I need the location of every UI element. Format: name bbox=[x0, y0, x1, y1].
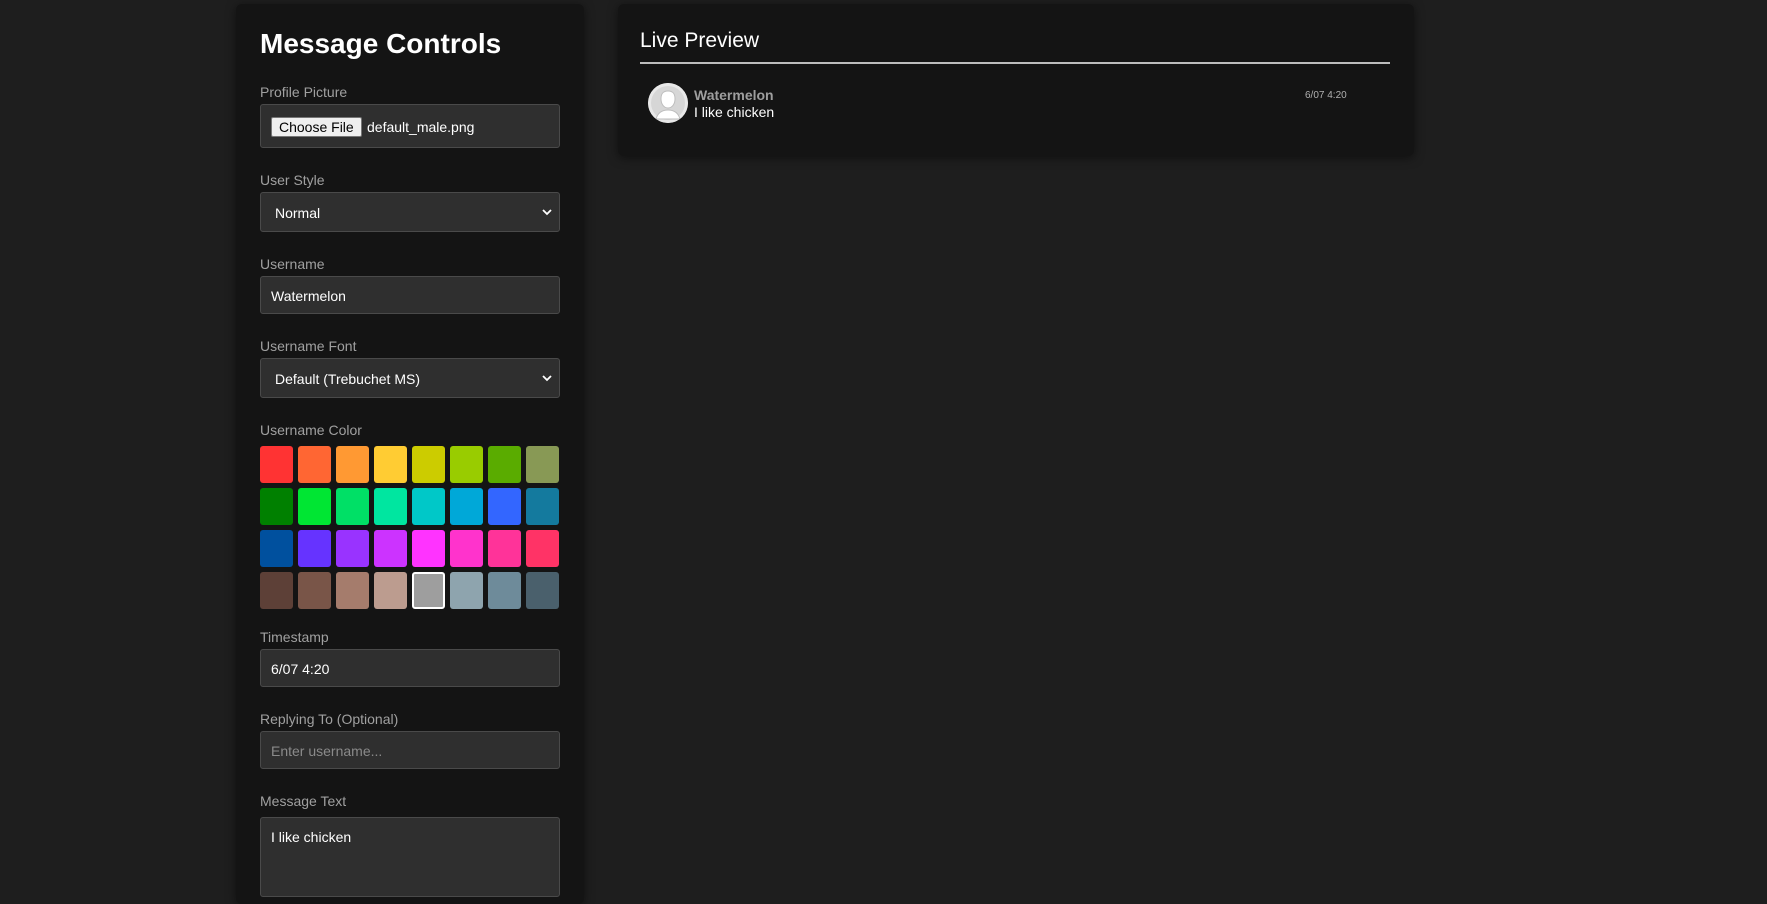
replying-to-input[interactable]: Enter username... bbox=[260, 731, 560, 769]
preview-title: Live Preview bbox=[640, 29, 760, 52]
color-swatch[interactable] bbox=[412, 488, 445, 525]
timestamp-label: Timestamp bbox=[260, 629, 329, 645]
username-color-label: Username Color bbox=[260, 422, 362, 438]
color-swatch[interactable] bbox=[298, 530, 331, 567]
default-user-avatar-icon bbox=[648, 83, 688, 123]
color-swatch[interactable] bbox=[412, 530, 445, 567]
color-swatch[interactable] bbox=[260, 530, 293, 567]
preview-username: Watermelon bbox=[694, 87, 774, 103]
username-color-palette bbox=[260, 446, 560, 609]
profile-picture-file-input[interactable]: Choose File default_male.png bbox=[260, 104, 560, 148]
color-swatch[interactable] bbox=[374, 488, 407, 525]
color-swatch[interactable] bbox=[450, 572, 483, 609]
message-controls-panel: Message Controls Profile Picture Choose … bbox=[236, 4, 584, 904]
color-swatch[interactable] bbox=[374, 446, 407, 483]
replying-to-placeholder: Enter username... bbox=[271, 743, 383, 759]
message-text-value: I like chicken bbox=[271, 829, 352, 845]
color-swatch[interactable] bbox=[298, 446, 331, 483]
color-swatch[interactable] bbox=[450, 446, 483, 483]
color-swatch[interactable] bbox=[412, 446, 445, 483]
username-font-label: Username Font bbox=[260, 338, 357, 354]
color-swatch[interactable] bbox=[488, 488, 521, 525]
color-swatch[interactable] bbox=[374, 572, 407, 609]
color-swatch[interactable] bbox=[526, 530, 559, 567]
color-swatch[interactable] bbox=[336, 530, 369, 567]
username-label: Username bbox=[260, 256, 325, 272]
color-swatch[interactable] bbox=[260, 446, 293, 483]
preview-divider bbox=[640, 62, 1390, 64]
timestamp-input-value: 6/07 4:20 bbox=[271, 661, 330, 677]
profile-picture-label: Profile Picture bbox=[260, 84, 348, 100]
color-swatch[interactable] bbox=[298, 572, 331, 609]
color-swatch[interactable] bbox=[488, 446, 521, 483]
username-input[interactable]: Watermelon bbox=[260, 276, 560, 314]
preview-message-text: I like chicken bbox=[694, 104, 775, 120]
username-input-value: Watermelon bbox=[271, 288, 346, 304]
live-preview-panel: Live Preview Watermelon I like chicken 6… bbox=[618, 4, 1414, 156]
color-swatch[interactable] bbox=[260, 572, 293, 609]
color-swatch[interactable] bbox=[526, 446, 559, 483]
color-swatch[interactable] bbox=[526, 488, 559, 525]
timestamp-input[interactable]: 6/07 4:20 bbox=[260, 649, 560, 687]
username-font-value: Default (Trebuchet MS) bbox=[275, 371, 420, 387]
chevron-down-icon bbox=[542, 209, 552, 216]
selected-file-name: default_male.png bbox=[367, 119, 475, 135]
message-text-textarea[interactable]: I like chicken bbox=[260, 817, 560, 897]
color-swatch[interactable] bbox=[526, 572, 559, 609]
color-swatch[interactable] bbox=[336, 572, 369, 609]
color-swatch[interactable] bbox=[412, 572, 445, 609]
color-swatch[interactable] bbox=[450, 530, 483, 567]
message-text-label: Message Text bbox=[260, 793, 347, 809]
replying-to-label: Replying To (Optional) bbox=[260, 711, 399, 727]
color-swatch[interactable] bbox=[450, 488, 483, 525]
user-style-value: Normal bbox=[275, 205, 321, 221]
color-swatch[interactable] bbox=[336, 488, 369, 525]
preview-timestamp: 6/07 4:20 bbox=[1305, 90, 1347, 101]
color-swatch[interactable] bbox=[336, 446, 369, 483]
color-swatch[interactable] bbox=[488, 572, 521, 609]
chevron-down-icon bbox=[542, 375, 552, 382]
user-style-label: User Style bbox=[260, 172, 325, 188]
color-swatch[interactable] bbox=[298, 488, 331, 525]
color-swatch[interactable] bbox=[260, 488, 293, 525]
panel-title: Message Controls bbox=[260, 28, 502, 59]
color-swatch[interactable] bbox=[488, 530, 521, 567]
color-swatch[interactable] bbox=[374, 530, 407, 567]
choose-file-button[interactable]: Choose File bbox=[271, 117, 362, 137]
user-style-select[interactable]: Normal bbox=[260, 192, 560, 232]
username-font-select[interactable]: Default (Trebuchet MS) bbox=[260, 358, 560, 398]
avatar bbox=[648, 83, 688, 123]
